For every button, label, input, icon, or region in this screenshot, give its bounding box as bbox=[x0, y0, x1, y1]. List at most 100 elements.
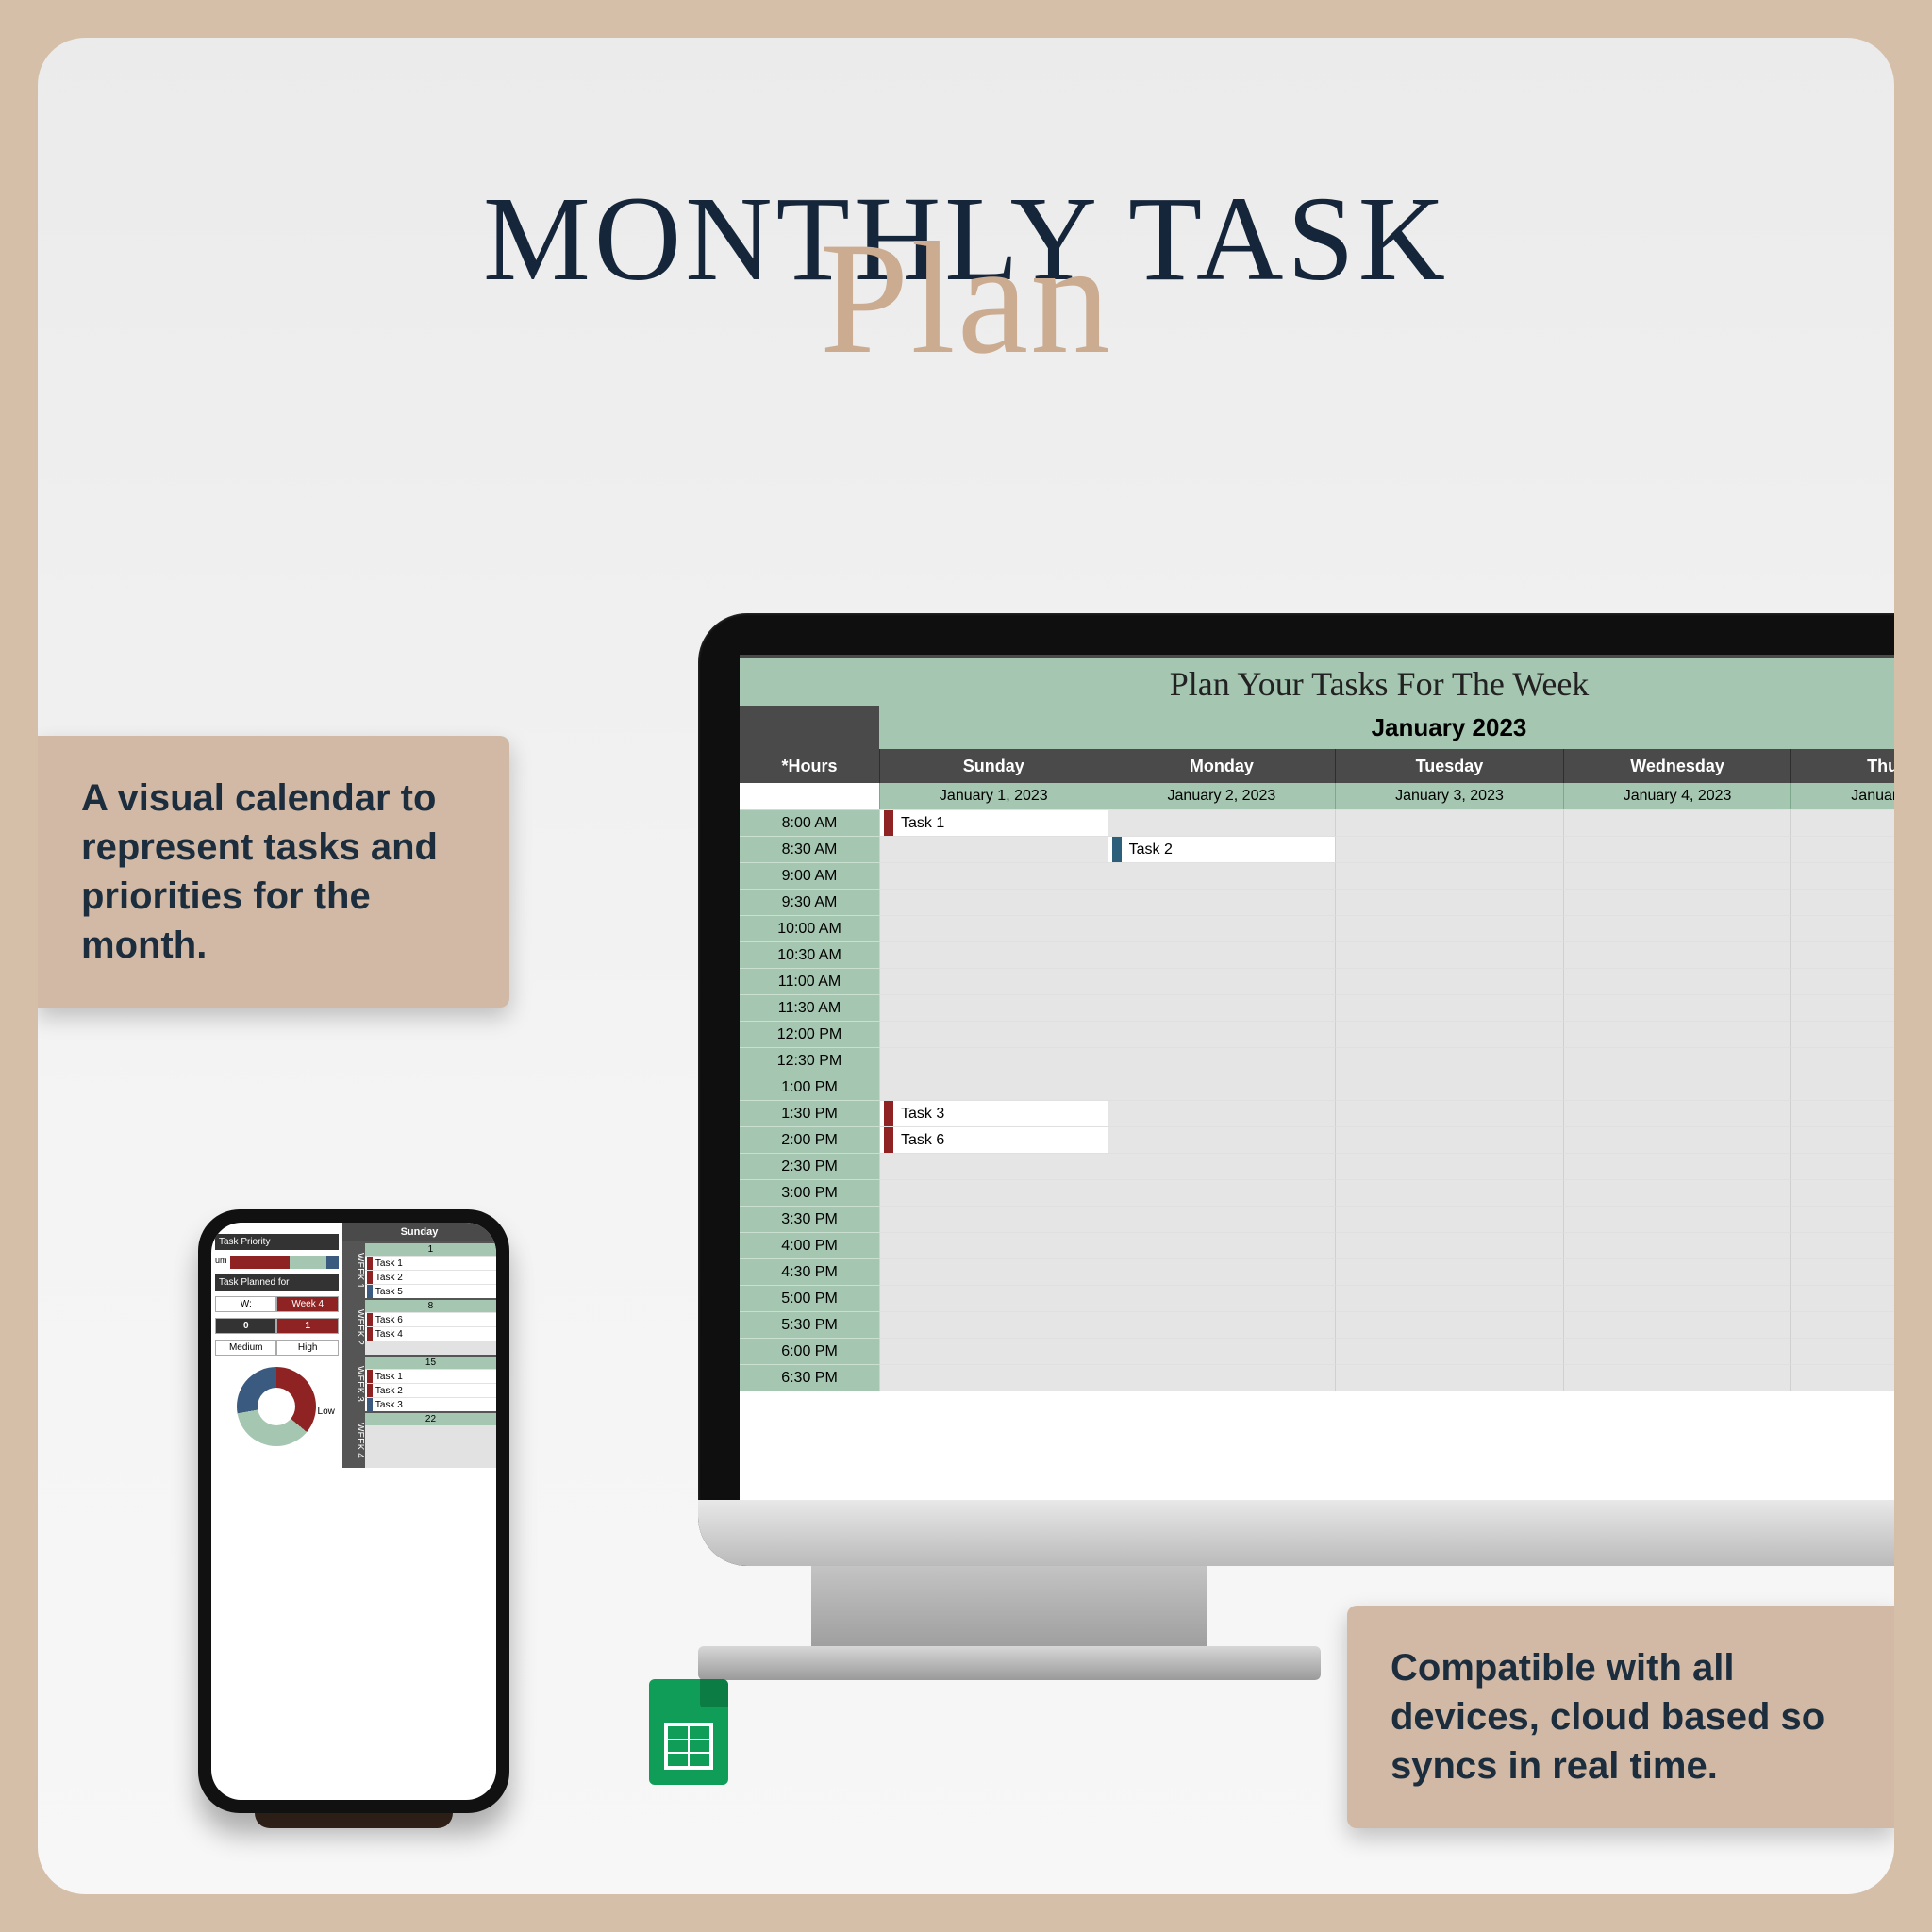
grid-cell[interactable] bbox=[879, 1047, 1108, 1074]
grid-cell[interactable] bbox=[1335, 1074, 1563, 1100]
grid-cell[interactable] bbox=[1335, 994, 1563, 1021]
grid-cell[interactable] bbox=[1563, 1311, 1791, 1338]
grid-cell[interactable] bbox=[1790, 889, 1894, 915]
grid-cell[interactable] bbox=[1335, 1153, 1563, 1179]
grid-cell[interactable] bbox=[1108, 1100, 1336, 1126]
grid-cell[interactable] bbox=[1563, 1338, 1791, 1364]
grid-cell[interactable] bbox=[1790, 1364, 1894, 1391]
grid-cell[interactable] bbox=[1108, 1047, 1336, 1074]
grid-cell[interactable] bbox=[1335, 1311, 1563, 1338]
grid-cell[interactable] bbox=[1563, 1021, 1791, 1047]
grid-cell[interactable]: Task 2 bbox=[1108, 836, 1336, 862]
grid-cell[interactable] bbox=[1563, 1179, 1791, 1206]
grid-cell[interactable] bbox=[1790, 1100, 1894, 1126]
grid-cell[interactable] bbox=[1790, 1258, 1894, 1285]
grid-cell[interactable] bbox=[1108, 1126, 1336, 1153]
grid-cell[interactable] bbox=[1108, 968, 1336, 994]
grid-cell[interactable] bbox=[1563, 889, 1791, 915]
grid-cell[interactable] bbox=[879, 994, 1108, 1021]
grid-cell[interactable] bbox=[1563, 1285, 1791, 1311]
grid-cell[interactable] bbox=[1335, 1232, 1563, 1258]
grid-cell[interactable] bbox=[1790, 968, 1894, 994]
grid-cell[interactable]: Task 6 bbox=[879, 1126, 1108, 1153]
grid-cell[interactable] bbox=[1108, 1338, 1336, 1364]
grid-cell[interactable] bbox=[1335, 1021, 1563, 1047]
grid-cell[interactable] bbox=[1790, 1311, 1894, 1338]
grid-cell[interactable] bbox=[1108, 1258, 1336, 1285]
grid-cell[interactable] bbox=[1790, 1153, 1894, 1179]
grid-cell[interactable] bbox=[1335, 1100, 1563, 1126]
grid-cell[interactable] bbox=[1563, 915, 1791, 941]
grid-cell[interactable] bbox=[1790, 1179, 1894, 1206]
grid-cell[interactable] bbox=[1108, 1179, 1336, 1206]
grid-cell[interactable] bbox=[1108, 809, 1336, 836]
grid-cell[interactable] bbox=[1108, 889, 1336, 915]
grid-cell[interactable] bbox=[1335, 1126, 1563, 1153]
grid-cell[interactable] bbox=[1108, 941, 1336, 968]
grid-cell[interactable] bbox=[879, 1338, 1108, 1364]
grid-cell[interactable] bbox=[1563, 1074, 1791, 1100]
grid-cell[interactable] bbox=[1790, 836, 1894, 862]
grid-cell[interactable] bbox=[1790, 1126, 1894, 1153]
grid-cell[interactable] bbox=[1335, 1206, 1563, 1232]
grid-cell[interactable] bbox=[879, 1179, 1108, 1206]
grid-cell[interactable]: Task 1 bbox=[879, 809, 1108, 836]
grid-cell[interactable] bbox=[1108, 1074, 1336, 1100]
grid-cell[interactable] bbox=[1335, 889, 1563, 915]
grid-cell[interactable] bbox=[1563, 809, 1791, 836]
grid-cell[interactable] bbox=[879, 1285, 1108, 1311]
grid-cell[interactable] bbox=[1108, 994, 1336, 1021]
grid-cell[interactable] bbox=[1335, 809, 1563, 836]
grid-cell[interactable] bbox=[1563, 994, 1791, 1021]
grid-cell[interactable] bbox=[1108, 1021, 1336, 1047]
grid-cell[interactable]: Task 3 bbox=[879, 1100, 1108, 1126]
grid-cell[interactable] bbox=[1563, 1100, 1791, 1126]
grid-cell[interactable] bbox=[1335, 1364, 1563, 1391]
grid-cell[interactable] bbox=[1790, 1206, 1894, 1232]
grid-cell[interactable] bbox=[1790, 1232, 1894, 1258]
grid-cell[interactable] bbox=[879, 968, 1108, 994]
grid-cell[interactable] bbox=[879, 1232, 1108, 1258]
grid-cell[interactable] bbox=[1108, 1285, 1336, 1311]
grid-cell[interactable] bbox=[879, 1206, 1108, 1232]
grid-cell[interactable] bbox=[1563, 862, 1791, 889]
grid-cell[interactable] bbox=[1108, 862, 1336, 889]
grid-cell[interactable] bbox=[879, 1364, 1108, 1391]
grid-cell[interactable] bbox=[1108, 1311, 1336, 1338]
grid-cell[interactable] bbox=[1790, 1074, 1894, 1100]
grid-cell[interactable] bbox=[1335, 915, 1563, 941]
grid-cell[interactable] bbox=[1563, 941, 1791, 968]
grid-cell[interactable] bbox=[879, 862, 1108, 889]
grid-cell[interactable] bbox=[879, 1311, 1108, 1338]
grid-cell[interactable] bbox=[1108, 915, 1336, 941]
grid-cell[interactable] bbox=[1563, 836, 1791, 862]
grid-cell[interactable] bbox=[879, 915, 1108, 941]
grid-cell[interactable] bbox=[879, 1074, 1108, 1100]
grid-cell[interactable] bbox=[879, 941, 1108, 968]
grid-cell[interactable] bbox=[1790, 1338, 1894, 1364]
grid-cell[interactable] bbox=[879, 1258, 1108, 1285]
grid-cell[interactable] bbox=[1790, 941, 1894, 968]
grid-cell[interactable] bbox=[1335, 1047, 1563, 1074]
grid-cell[interactable] bbox=[1563, 1126, 1791, 1153]
grid-cell[interactable] bbox=[1335, 1258, 1563, 1285]
grid-cell[interactable] bbox=[879, 889, 1108, 915]
grid-cell[interactable] bbox=[1335, 836, 1563, 862]
grid-cell[interactable] bbox=[879, 1021, 1108, 1047]
grid-cell[interactable] bbox=[1108, 1364, 1336, 1391]
grid-cell[interactable] bbox=[1790, 1285, 1894, 1311]
grid-cell[interactable] bbox=[1563, 1047, 1791, 1074]
grid-cell[interactable] bbox=[1335, 1285, 1563, 1311]
grid-cell[interactable] bbox=[1790, 862, 1894, 889]
grid-cell[interactable] bbox=[1790, 1047, 1894, 1074]
grid-cell[interactable] bbox=[1790, 1021, 1894, 1047]
grid-cell[interactable] bbox=[1108, 1206, 1336, 1232]
grid-cell[interactable] bbox=[1335, 941, 1563, 968]
grid-cell[interactable] bbox=[879, 1153, 1108, 1179]
grid-cell[interactable] bbox=[1790, 809, 1894, 836]
grid-cell[interactable] bbox=[1563, 1206, 1791, 1232]
grid-cell[interactable] bbox=[1335, 968, 1563, 994]
grid-cell[interactable] bbox=[1335, 862, 1563, 889]
grid-cell[interactable] bbox=[1335, 1338, 1563, 1364]
grid-cell[interactable] bbox=[1108, 1232, 1336, 1258]
